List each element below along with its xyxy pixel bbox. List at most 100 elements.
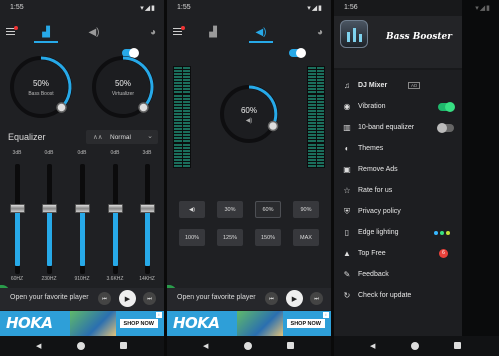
vu-segment xyxy=(308,164,316,167)
volume-tab-icon[interactable]: ◀) xyxy=(84,22,104,42)
vu-segment xyxy=(316,106,324,109)
menu-item-top-free[interactable]: ▲ Top Free 6 xyxy=(334,244,462,264)
vu-segment xyxy=(308,131,316,134)
vu-segment xyxy=(316,128,324,131)
menu-item-edge-lighting[interactable]: ▯ Edge lighting xyxy=(334,223,462,243)
vu-segment xyxy=(308,97,316,100)
previous-icon[interactable]: ⏮ xyxy=(265,292,278,305)
preset-125-button[interactable]: 125% xyxy=(217,229,243,246)
mute-button[interactable]: ◀) xyxy=(179,201,205,218)
preset-90-button[interactable]: 90% xyxy=(293,201,319,218)
band-thumb[interactable] xyxy=(75,204,90,213)
system-nav-bar: ◀ xyxy=(167,336,331,356)
vu-segment xyxy=(182,109,190,112)
vu-segment xyxy=(174,146,182,149)
preset-100-button[interactable]: 100% xyxy=(179,229,205,246)
menu-item-vibration[interactable]: ◉ Vibration xyxy=(334,97,462,117)
menu-item-dj-mixer[interactable]: ♫ DJ Mixer AD xyxy=(334,76,462,96)
next-icon[interactable]: ⏭ xyxy=(143,292,156,305)
play-icon[interactable]: ▶ xyxy=(286,290,303,307)
band-thumb[interactable] xyxy=(140,204,155,213)
menu-item-remove-ads[interactable]: ▣ Remove Ads xyxy=(334,160,462,180)
ad-banner[interactable]: HOKA SHOP NOW i xyxy=(0,311,164,336)
bass-boost-knob[interactable]: 50% Bass Boost xyxy=(8,54,74,120)
vu-segment xyxy=(182,115,190,118)
recents-icon[interactable] xyxy=(454,342,461,349)
vu-segment xyxy=(182,140,190,143)
vu-segment xyxy=(316,67,324,69)
vu-segment xyxy=(174,112,182,115)
home-icon[interactable] xyxy=(77,342,85,350)
vu-segment xyxy=(182,155,190,158)
vu-segment xyxy=(174,143,182,146)
mini-player[interactable]: Open your favorite player ⏮ ▶ ⏭ xyxy=(0,288,164,310)
menu-item-feedback[interactable]: ✎ Feedback xyxy=(334,265,462,285)
previous-icon[interactable]: ⏮ xyxy=(98,292,111,305)
virtualizer-knob[interactable]: 50% Virtualizer xyxy=(90,54,156,120)
play-icon[interactable]: ▶ xyxy=(119,290,136,307)
eq-band[interactable]: 0dB 230HZ xyxy=(36,148,62,282)
band-frequency: 230HZ xyxy=(41,276,57,282)
preset-max-button[interactable]: MAX xyxy=(293,229,319,246)
color-dot xyxy=(440,231,444,235)
mini-player[interactable]: Open your favorite player ⏮ ▶ ⏭ xyxy=(167,288,331,310)
vu-segment xyxy=(182,100,190,103)
equalizer-screen: 1:55 ▾◢▮ ▟ ◀) ◕ 50% Bass Boost 50% Virtu… xyxy=(0,0,164,356)
equalizer-tab-icon[interactable]: ▟ xyxy=(36,22,56,42)
vu-segment xyxy=(316,122,324,125)
menu-item-privacy[interactable]: ⛨ Privacy policy xyxy=(334,202,462,222)
back-icon[interactable]: ◀ xyxy=(36,342,41,350)
band-thumb[interactable] xyxy=(10,204,25,213)
ad-shop-now-button[interactable]: SHOP NOW xyxy=(286,319,325,328)
eq-band[interactable]: 3dB 60HZ xyxy=(4,148,30,282)
vu-segment xyxy=(308,85,316,88)
band-thumb[interactable] xyxy=(42,204,57,213)
eq-band[interactable]: 0dB 3.6KHZ xyxy=(102,148,128,282)
vibration-toggle[interactable] xyxy=(438,102,455,112)
back-icon[interactable]: ◀ xyxy=(203,342,208,350)
eq-band[interactable]: 0dB 910HZ xyxy=(69,148,95,282)
volume-knob[interactable]: 60% ◀) xyxy=(217,82,281,146)
palette-icon[interactable]: ◕ xyxy=(310,22,330,42)
equalizer-tab-icon[interactable]: ▟ xyxy=(203,22,223,42)
home-icon[interactable] xyxy=(411,342,419,350)
recents-icon[interactable] xyxy=(120,342,127,349)
band-frequency: 14KHZ xyxy=(139,276,155,282)
preset-dropdown[interactable]: ∧∧ Normal ⌄ xyxy=(86,130,158,144)
band-fill xyxy=(113,208,118,266)
power-toggle[interactable] xyxy=(289,48,306,58)
menu-label: Check for update xyxy=(358,292,412,299)
menu-item-rate[interactable]: ☆ Rate for us xyxy=(334,181,462,201)
menu-item-check-update[interactable]: ↻ Check for update xyxy=(334,286,462,306)
vu-segment xyxy=(182,119,190,121)
next-icon[interactable]: ⏭ xyxy=(310,292,323,305)
band-thumb[interactable] xyxy=(108,204,123,213)
vu-segment xyxy=(316,109,324,112)
band-gain: 0dB xyxy=(44,150,54,156)
palette-icon[interactable]: ◕ xyxy=(143,22,163,42)
vu-segment xyxy=(316,115,324,118)
rate-icon: ☆ xyxy=(343,186,351,195)
vu-segment xyxy=(308,73,316,76)
menu-label: Feedback xyxy=(358,271,389,278)
drawer-scrim[interactable] xyxy=(462,0,499,356)
eq-band[interactable]: 3dB 14KHZ xyxy=(134,148,160,282)
chevron-down-icon: ⌄ xyxy=(147,133,153,140)
preset-60-button[interactable]: 60% xyxy=(255,201,281,218)
ad-banner[interactable]: HOKA SHOP NOW i xyxy=(167,311,331,336)
ad-info-icon[interactable]: i xyxy=(156,312,162,318)
equalizer-10-toggle[interactable] xyxy=(437,123,454,133)
volume-tab-icon[interactable]: ◀) xyxy=(251,22,271,42)
preset-30-button[interactable]: 30% xyxy=(217,201,243,218)
system-nav-bar: ◀ xyxy=(334,336,499,356)
back-icon[interactable]: ◀ xyxy=(370,342,375,350)
recents-icon[interactable] xyxy=(287,342,294,349)
ad-shop-now-button[interactable]: SHOP NOW xyxy=(119,319,158,328)
home-icon[interactable] xyxy=(244,342,252,350)
preset-150-button[interactable]: 150% xyxy=(255,229,281,246)
player-text: Open your favorite player xyxy=(177,294,256,301)
menu-item-10-band-equalizer[interactable]: ▥ 10-band equalizer xyxy=(334,118,462,138)
menu-item-themes[interactable]: ◐ Themes xyxy=(334,139,462,159)
ad-info-icon[interactable]: i xyxy=(323,312,329,318)
player-text: Open your favorite player xyxy=(10,294,89,301)
